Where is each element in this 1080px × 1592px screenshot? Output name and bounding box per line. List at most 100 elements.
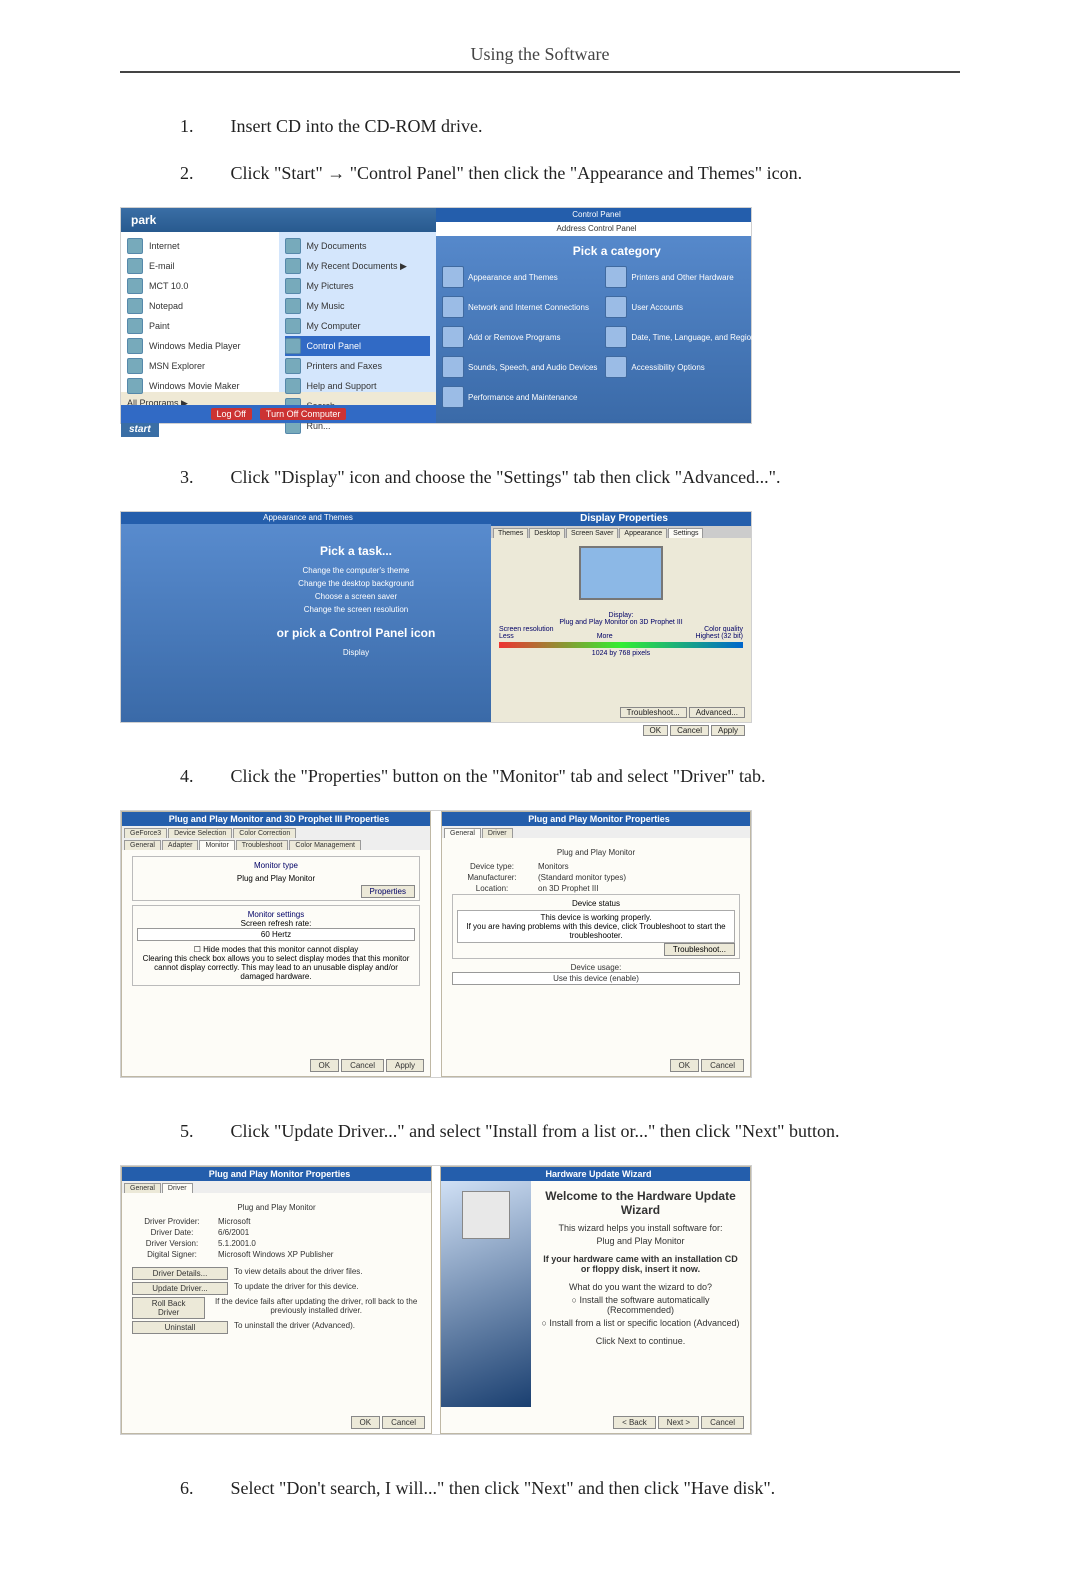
- start-item-mycomputer[interactable]: My Computer: [285, 316, 431, 336]
- cancel-button[interactable]: Cancel: [701, 1059, 744, 1072]
- cat-performance[interactable]: Performance and Maintenance: [442, 386, 597, 408]
- ok-button[interactable]: OK: [310, 1059, 340, 1072]
- display-tabs: Themes Desktop Screen Saver Appearance S…: [491, 526, 751, 538]
- uninstall-button[interactable]: Uninstall: [132, 1321, 228, 1334]
- device-type-l: Device type:: [452, 862, 532, 871]
- apply-button[interactable]: Apply: [711, 725, 745, 736]
- start-menu-user: park: [121, 208, 436, 232]
- tab-driver[interactable]: Driver: [482, 828, 513, 838]
- tab-driver[interactable]: Driver: [162, 1183, 193, 1193]
- tab-settings[interactable]: Settings: [668, 528, 703, 538]
- step-2-num: 2.: [180, 160, 226, 187]
- tab-desktop[interactable]: Desktop: [529, 528, 565, 538]
- refresh-rate-select[interactable]: 60 Hertz: [137, 928, 415, 941]
- cat-printers[interactable]: Printers and Other Hardware: [605, 266, 791, 288]
- tab-troubleshoot[interactable]: Troubleshoot: [236, 840, 289, 850]
- tab-color-management[interactable]: Color Management: [289, 840, 361, 850]
- turnoff-button[interactable]: Turn Off Computer: [260, 408, 347, 420]
- next-button[interactable]: Next >: [658, 1416, 699, 1429]
- ok-button[interactable]: OK: [351, 1416, 381, 1429]
- or-pick-icon: or pick a Control Panel icon: [221, 626, 491, 640]
- troubleshoot-button[interactable]: Troubleshoot...: [620, 707, 687, 718]
- cat-addremove[interactable]: Add or Remove Programs: [442, 326, 597, 348]
- properties-button[interactable]: Properties: [361, 885, 415, 898]
- address-bar[interactable]: Address Control Panel: [436, 222, 751, 236]
- appearance-title: Appearance and Themes: [121, 512, 491, 524]
- start-item-msn[interactable]: MSN Explorer: [127, 356, 273, 376]
- start-item-help[interactable]: Help and Support: [285, 376, 431, 396]
- wizard-icon: [462, 1191, 510, 1239]
- start-item-mydocuments[interactable]: My Documents: [285, 236, 431, 256]
- start-item-wmp[interactable]: Windows Media Player: [127, 336, 273, 356]
- start-item-internet[interactable]: Internet: [127, 236, 273, 256]
- rollback-driver-button[interactable]: Roll Back Driver: [132, 1297, 205, 1319]
- advanced-button[interactable]: Advanced...: [689, 707, 745, 718]
- datetime-icon: [605, 326, 627, 348]
- radio-auto[interactable]: Install the software automatically (Reco…: [539, 1295, 742, 1315]
- tab-device-selection[interactable]: Device Selection: [168, 828, 232, 838]
- start-item-mct[interactable]: MCT 10.0: [127, 276, 273, 296]
- start-item-mypictures[interactable]: My Pictures: [285, 276, 431, 296]
- start-item-recent[interactable]: My Recent Documents ▶: [285, 256, 431, 276]
- prophet-dialog: Plug and Play Monitor and 3D Prophet III…: [121, 811, 431, 1077]
- monitor-preview: [491, 538, 751, 608]
- manufacturer-l: Manufacturer:: [452, 873, 532, 882]
- tab-general[interactable]: General: [124, 1183, 161, 1193]
- start-item-notepad[interactable]: Notepad: [127, 296, 273, 316]
- cat-network[interactable]: Network and Internet Connections: [442, 296, 597, 318]
- cancel-button[interactable]: Cancel: [670, 725, 709, 736]
- cancel-button[interactable]: Cancel: [341, 1059, 384, 1072]
- tab-color-correction[interactable]: Color Correction: [233, 828, 296, 838]
- update-driver-button[interactable]: Update Driver...: [132, 1282, 228, 1295]
- hide-modes-checkbox[interactable]: ☐ Hide modes that this monitor cannot di…: [137, 945, 415, 954]
- tab-appearance[interactable]: Appearance: [619, 528, 667, 538]
- cat-sounds[interactable]: Sounds, Speech, and Audio Devices: [442, 356, 597, 378]
- start-item-moviemaker[interactable]: Windows Movie Maker: [127, 376, 273, 396]
- start-item-paint[interactable]: Paint: [127, 316, 273, 336]
- device-status-text: This device is working properly.: [460, 913, 732, 922]
- start-button[interactable]: start: [121, 423, 159, 437]
- figure-start-controlpanel: park Internet E-mail MCT 10.0 Notepad Pa…: [120, 207, 752, 424]
- cat-appearance[interactable]: Appearance and Themes: [442, 266, 597, 288]
- start-item-controlpanel[interactable]: Control Panel: [285, 336, 431, 356]
- tab-general[interactable]: General: [124, 840, 161, 850]
- tab-screensaver[interactable]: Screen Saver: [566, 528, 618, 538]
- start-item-mymusic[interactable]: My Music: [285, 296, 431, 316]
- cancel-button[interactable]: Cancel: [382, 1416, 425, 1429]
- troubleshoot-button[interactable]: Troubleshoot...: [664, 943, 735, 956]
- start-item-email[interactable]: E-mail: [127, 256, 273, 276]
- device-usage-select[interactable]: Use this device (enable): [452, 972, 740, 985]
- apply-button[interactable]: Apply: [386, 1059, 424, 1072]
- uninstall-desc: To uninstall the driver (Advanced).: [234, 1321, 355, 1334]
- cat-datetime[interactable]: Date, Time, Language, and Regional Optio…: [605, 326, 791, 348]
- appearance-window: Appearance and Themes Pick a task... Cha…: [121, 512, 491, 722]
- task-screensaver[interactable]: Choose a screen saver: [221, 590, 491, 603]
- ok-button[interactable]: OK: [670, 1059, 700, 1072]
- app-icon: [127, 278, 143, 294]
- tab-monitor[interactable]: Monitor: [199, 840, 234, 850]
- icon-display[interactable]: Display: [221, 646, 491, 659]
- display-properties-title: Display Properties: [491, 512, 751, 526]
- tab-themes[interactable]: Themes: [493, 528, 528, 538]
- tab-adapter[interactable]: Adapter: [162, 840, 199, 850]
- location-l: Location:: [452, 884, 532, 893]
- start-item-printers[interactable]: Printers and Faxes: [285, 356, 431, 376]
- cat-users[interactable]: User Accounts: [605, 296, 791, 318]
- task-desktop[interactable]: Change the desktop background: [221, 577, 491, 590]
- color-value[interactable]: Highest (32 bit): [696, 633, 743, 640]
- control-panel-title: Control Panel: [436, 208, 751, 222]
- tab-geforce3[interactable]: GeForce3: [124, 828, 167, 838]
- cancel-button[interactable]: Cancel: [701, 1416, 744, 1429]
- step-1: 1. Insert CD into the CD-ROM drive.: [180, 113, 960, 140]
- task-resolution[interactable]: Change the screen resolution: [221, 603, 491, 616]
- cat-accessibility[interactable]: Accessibility Options: [605, 356, 791, 378]
- logoff-button[interactable]: Log Off: [211, 408, 252, 420]
- task-theme[interactable]: Change the computer's theme: [221, 564, 491, 577]
- back-button[interactable]: < Back: [613, 1416, 656, 1429]
- radio-list[interactable]: Install from a list or specific location…: [539, 1318, 742, 1328]
- step-6: 6. Select "Don't search, I will..." then…: [180, 1475, 960, 1502]
- tab-general[interactable]: General: [444, 828, 481, 838]
- figure-monitor-driver-tabs: Plug and Play Monitor and 3D Prophet III…: [120, 810, 752, 1078]
- ok-button[interactable]: OK: [643, 725, 669, 736]
- driver-details-button[interactable]: Driver Details...: [132, 1267, 228, 1280]
